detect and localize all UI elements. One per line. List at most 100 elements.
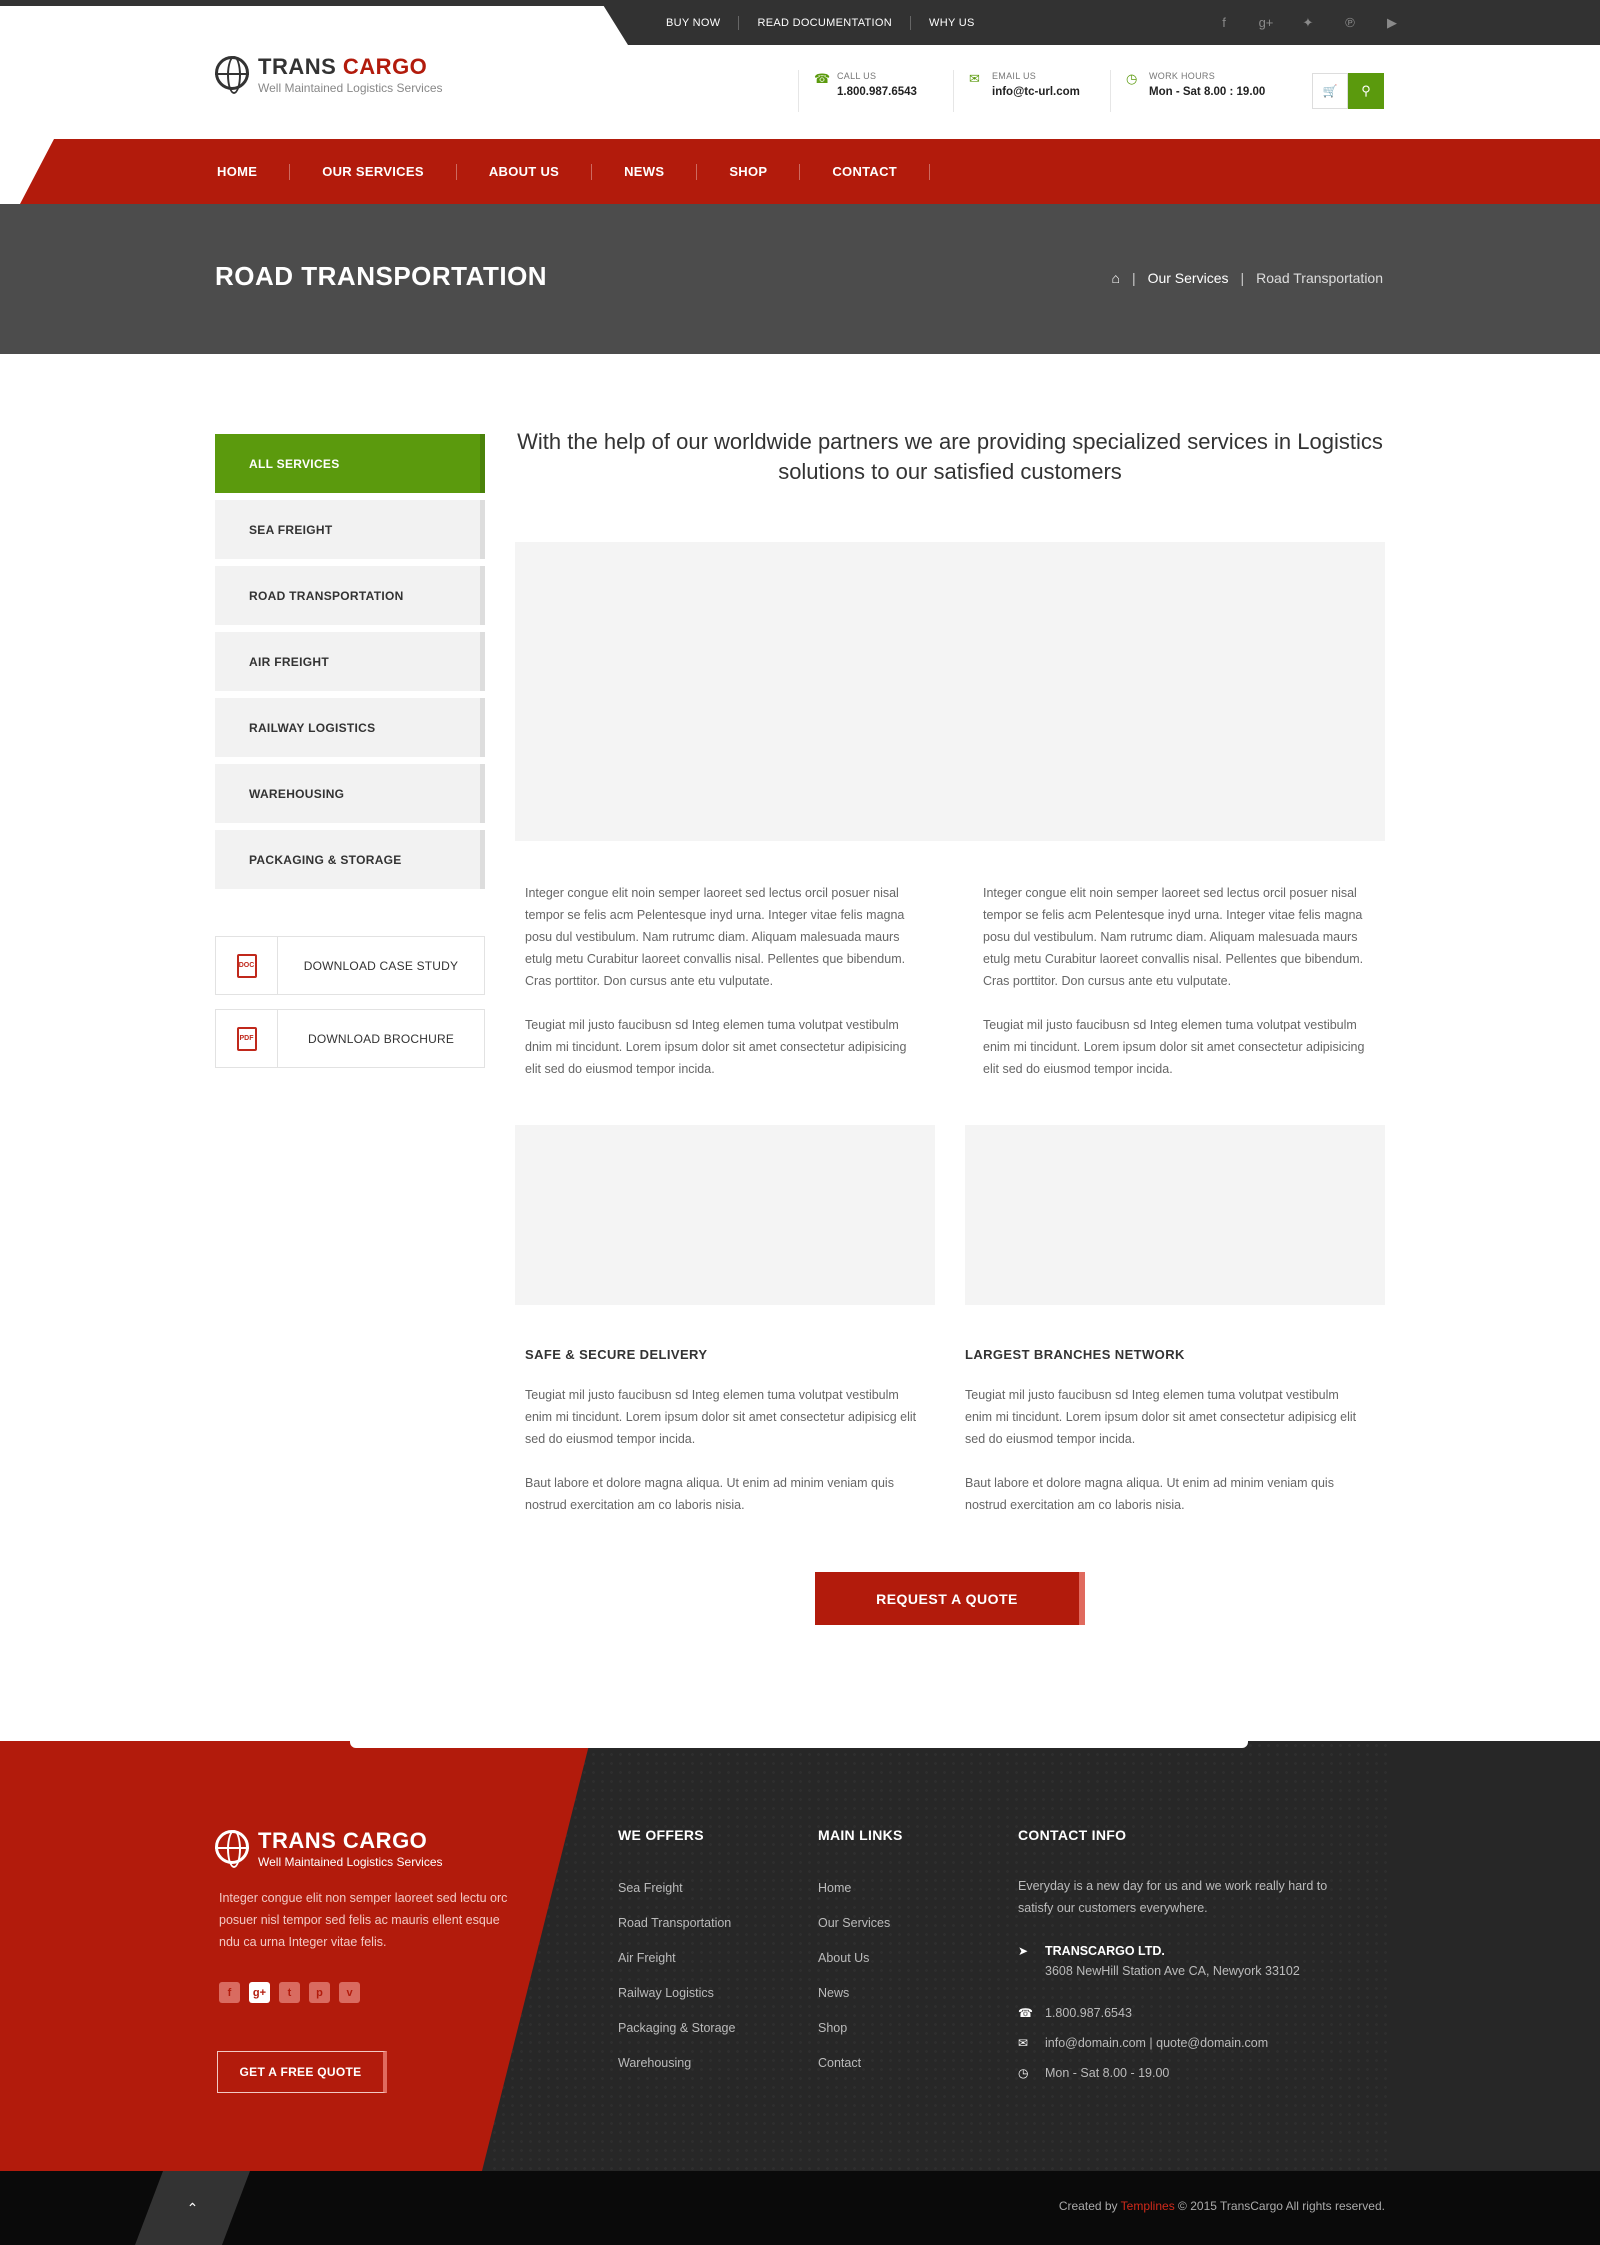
search-icon: ⚲ [1361,83,1371,98]
facebook-icon[interactable]: f [219,1982,240,2003]
main-nav: HOME OUR SERVICES ABOUT US NEWS SHOP CON… [0,139,1600,204]
cart-button[interactable]: 🛒 [1312,73,1348,109]
nav-news[interactable]: NEWS [592,163,698,180]
footer-logo[interactable]: TRANS CARGO Well Maintained Logistics Se… [215,1824,443,1869]
nav-contact[interactable]: CONTACT [800,163,931,180]
site-logo[interactable]: TRANS CARGO Well Maintained Logistics Se… [215,50,443,95]
twitter-icon[interactable]: ✦ [1300,15,1316,31]
footer-link-home[interactable]: Home [818,1881,890,1916]
footer-about-text: Integer congue elit non semper laoreet s… [219,1891,508,1949]
why-us-link[interactable]: WHY US [911,16,993,30]
sidebar-item-all-services[interactable]: ALL SERVICES [215,434,485,493]
breadcrumb-parent[interactable]: Our Services [1148,270,1229,286]
contact-emails[interactable]: info@domain.com | quote@domain.com [1045,2036,1268,2050]
author-link[interactable]: Templines [1121,2199,1175,2213]
facebook-icon[interactable]: f [1216,15,1232,30]
footer-link-air-freight[interactable]: Air Freight [618,1951,735,1986]
col1-paragraph-1: Integer congue elit noin semper laoreet … [525,886,906,988]
email-us-block: ✉ EMAIL US info@tc-url.com [953,70,1080,112]
we-offers-list: Sea Freight Road Transportation Air Frei… [618,1881,735,2091]
vimeo-icon[interactable]: v [339,1982,360,2003]
google-plus-icon[interactable]: g+ [1258,15,1274,30]
email-us-label: EMAIL US [992,71,1037,81]
nav-home[interactable]: HOME [215,163,291,180]
footer-link-warehousing[interactable]: Warehousing [618,2056,735,2091]
page-title-bar: ROAD TRANSPORTATION ⌂ | Our Services | R… [0,204,1600,354]
nav-our-services[interactable]: OUR SERVICES [290,163,457,180]
logo-tagline: Well Maintained Logistics Services [258,81,443,95]
feature-paragraph: Baut labore et dolore magna aliqua. Ut e… [525,1476,894,1512]
footer-link-about-us[interactable]: About Us [818,1951,890,1986]
location-arrow-icon: ➤ [1018,1944,1029,1958]
work-hours-value: Mon - Sat 8.00 : 19.00 [1149,86,1266,98]
sidebar-item-road-transportation[interactable]: ROAD TRANSPORTATION [215,566,485,625]
sidebar-item-warehousing[interactable]: WAREHOUSING [215,764,485,823]
footer-top-notch [350,1738,1248,1748]
breadcrumb-current: Road Transportation [1256,270,1383,286]
feature-image-placeholder [515,1125,935,1305]
youtube-icon[interactable]: ▶ [1384,15,1400,31]
top-links: BUY NOW READ DOCUMENTATION WHY US [648,0,993,45]
pdf-file-icon: PDF [236,1026,257,1051]
buy-now-link[interactable]: BUY NOW [648,15,740,30]
nav-about-us[interactable]: ABOUT US [457,163,593,180]
google-plus-icon[interactable]: g+ [249,1982,270,2003]
footer-link-packaging-storage[interactable]: Packaging & Storage [618,2021,735,2056]
work-hours-label: WORK HOURS [1149,71,1215,81]
feature-paragraph: Teugiat mil justo faucibusn sd Integ ele… [525,1388,917,1446]
breadcrumb: ⌂ | Our Services | Road Transportation [1111,270,1383,286]
site-footer: TRANS CARGO Well Maintained Logistics Se… [0,1741,1600,2171]
read-documentation-link[interactable]: READ DOCUMENTATION [739,15,912,30]
get-free-quote-button[interactable]: GET A FREE QUOTE [217,2051,387,2093]
col1-paragraph-2: Teugiat mil justo faucibusn sd Integ ele… [525,1018,907,1076]
sidebar-item-sea-freight[interactable]: SEA FREIGHT [215,500,485,559]
page-title: ROAD TRANSPORTATION [215,261,548,291]
footer-link-sea-freight[interactable]: Sea Freight [618,1881,735,1916]
sidebar-item-railway-logistics[interactable]: RAILWAY LOGISTICS [215,698,485,757]
download-case-study-button[interactable]: DOC DOWNLOAD CASE STUDY [215,936,485,995]
pinterest-icon[interactable]: p [309,1982,330,2003]
clock-icon: ◷ [1126,71,1138,86]
company-address: 3608 NewHill Station Ave CA, Newyork 331… [1045,1964,1300,1978]
pinterest-icon[interactable]: ℗ [1342,15,1358,30]
chevron-up-icon: ⌃ [186,2199,199,2216]
search-button[interactable]: ⚲ [1348,73,1384,109]
copyright: Created by Templines © 2015 TransCargo A… [1058,2199,1385,2213]
footer-link-road-transportation[interactable]: Road Transportation [618,1916,735,1951]
we-offers-title: WE OFFERS [618,1827,704,1843]
breadcrumb-separator: | [1240,270,1245,286]
footer-logo-tagline: Well Maintained Logistics Services [258,1855,443,1869]
sidebar-item-packaging-storage[interactable]: PACKAGING & STORAGE [215,830,485,889]
doc-file-icon: DOC [236,953,257,978]
footer-link-contact[interactable]: Contact [818,2056,890,2091]
breadcrumb-separator: | [1131,270,1136,286]
feature-paragraph: Baut labore et dolore magna aliqua. Ut e… [965,1476,1334,1512]
globe-logo-icon [215,1830,249,1868]
home-icon[interactable]: ⌂ [1111,270,1119,286]
sidebar-item-air-freight[interactable]: AIR FREIGHT [215,632,485,691]
back-to-top-button[interactable]: ⌃ [135,2171,250,2245]
download-case-study-label: DOWNLOAD CASE STUDY [303,958,459,973]
logo-name: TRANS CARGO [258,54,428,79]
cart-icon: 🛒 [1322,84,1338,98]
footer-logo-name: TRANS CARGO [258,1828,428,1853]
email-us-value[interactable]: info@tc-url.com [992,84,1080,100]
clock-icon: ◷ [1018,2066,1029,2080]
footer-link-railway-logistics[interactable]: Railway Logistics [618,1986,735,2021]
request-quote-button[interactable]: REQUEST A QUOTE [815,1572,1085,1625]
feature-title: SAFE & SECURE DELIVERY [525,1347,708,1362]
feature-title: LARGEST BRANCHES NETWORK [965,1347,1185,1362]
top-social-icons: f g+ ✦ ℗ ▶ [1216,0,1400,45]
main-links-list: Home Our Services About Us News Shop Con… [818,1881,890,2091]
twitter-icon[interactable]: t [279,1982,300,2003]
bottom-bar: ⌃ Created by Templines © 2015 TransCargo… [0,2171,1600,2245]
nav-shop[interactable]: SHOP [697,163,801,180]
main-links-title: MAIN LINKS [818,1827,903,1843]
footer-link-shop[interactable]: Shop [818,2021,890,2056]
services-sidebar: ALL SERVICES SEA FREIGHT ROAD TRANSPORTA… [215,434,485,896]
contact-hours: Mon - Sat 8.00 - 19.00 [1045,2066,1170,2080]
download-brochure-button[interactable]: PDF DOWNLOAD BROCHURE [215,1009,485,1068]
footer-link-news[interactable]: News [818,1986,890,2021]
contact-info-title: CONTACT INFO [1018,1827,1127,1843]
footer-link-our-services[interactable]: Our Services [818,1916,890,1951]
